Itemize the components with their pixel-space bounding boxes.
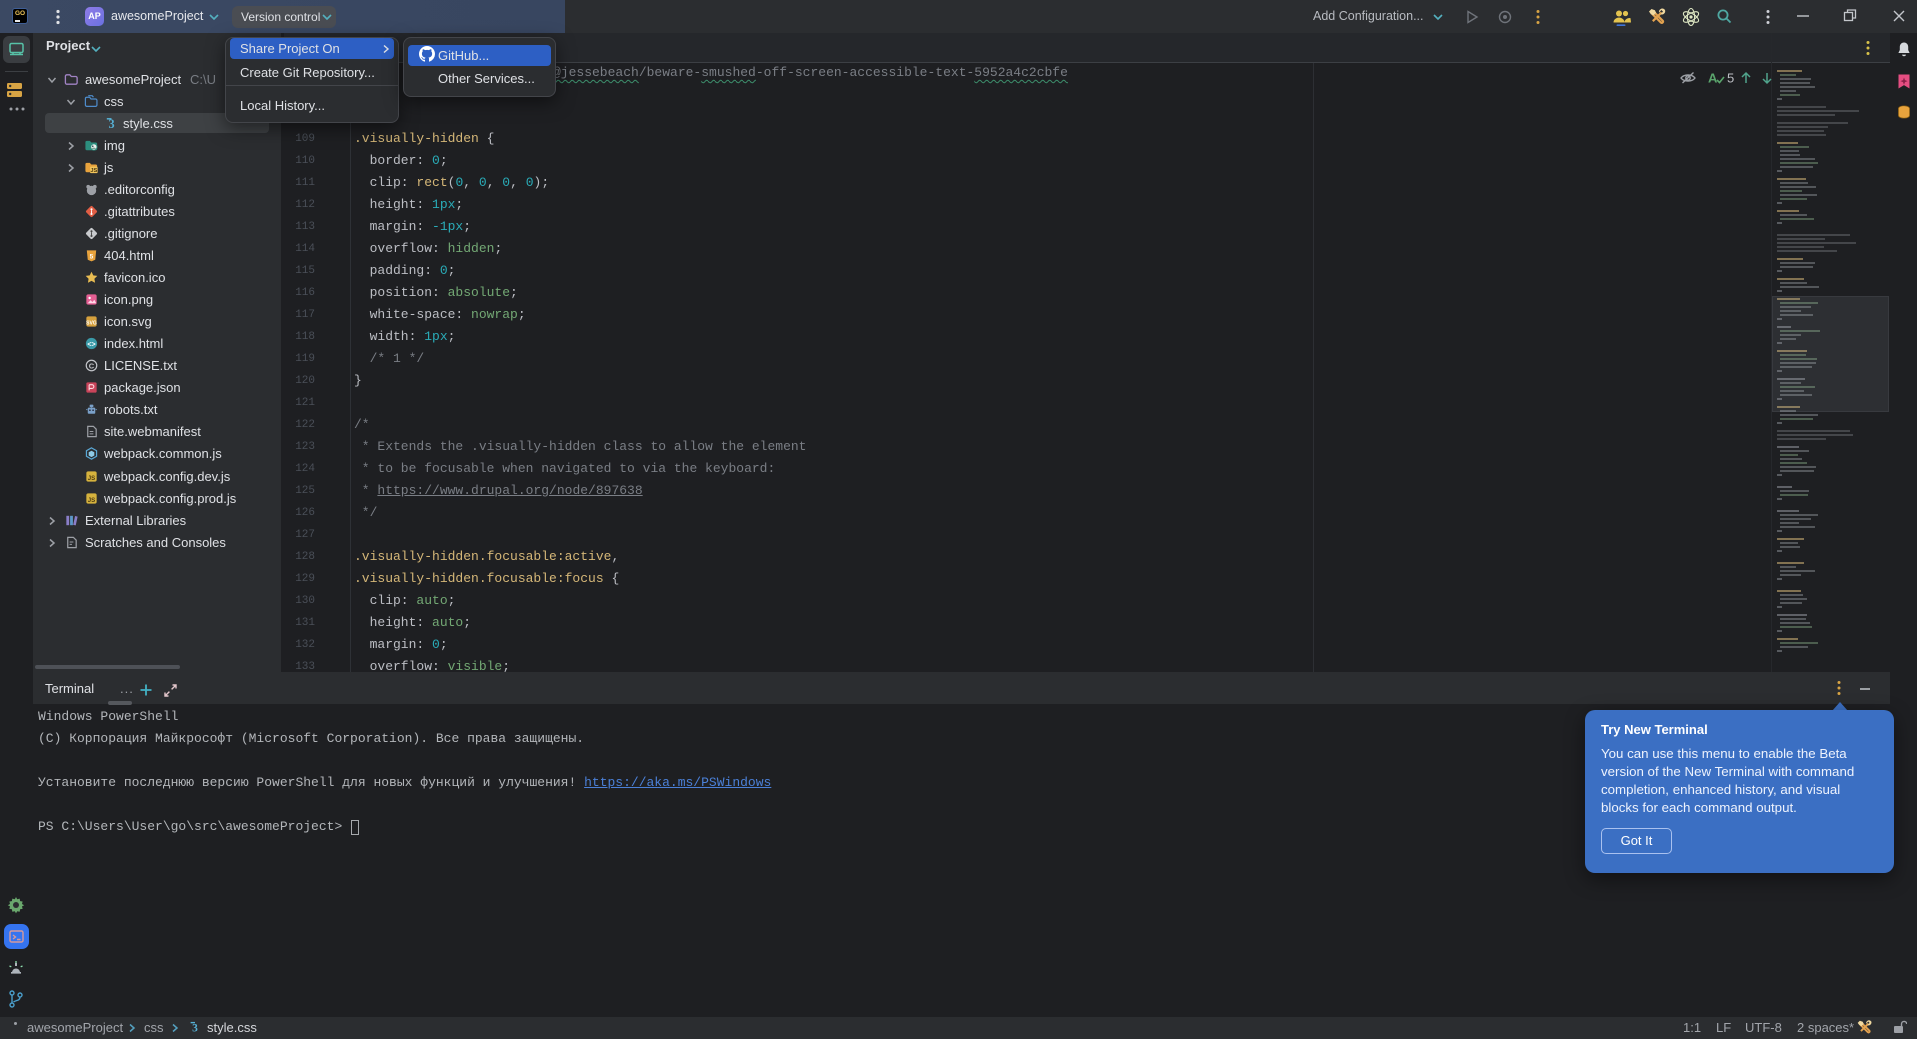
- svg-text:<>: <>: [87, 341, 95, 348]
- svg-text:3: 3: [192, 1022, 198, 1034]
- svg-text:A: A: [1708, 71, 1718, 86]
- svg-text:JS: JS: [90, 168, 97, 174]
- svg-text:SVG: SVG: [86, 320, 97, 326]
- svg-text:5: 5: [90, 253, 94, 260]
- svg-text:5: 5: [1727, 71, 1734, 86]
- svg-text:JS: JS: [88, 475, 95, 482]
- svg-text:C: C: [89, 361, 95, 370]
- svg-text:JS: JS: [88, 497, 95, 504]
